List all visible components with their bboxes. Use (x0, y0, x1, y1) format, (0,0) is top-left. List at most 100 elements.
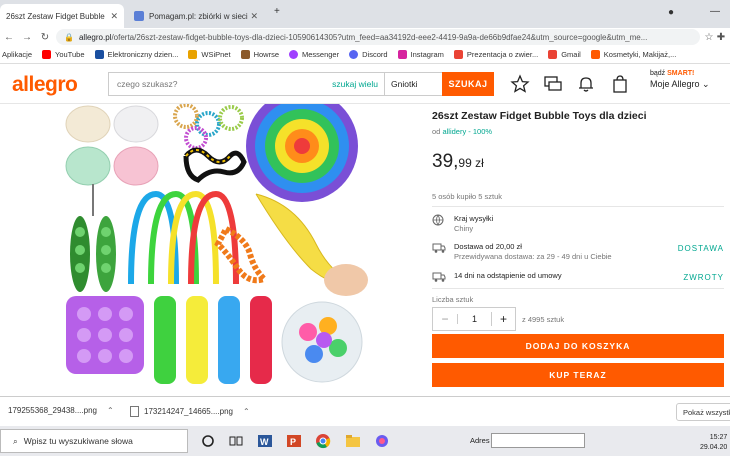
powerpoint-icon[interactable]: P (286, 433, 302, 449)
file-explorer-icon[interactable] (345, 433, 361, 449)
bookmark-item[interactable]: Prezentacja o zwier... (453, 50, 539, 59)
sold-count: 5 osób kupiło 5 sztuk (432, 192, 503, 201)
bookmark-item[interactable]: Instagram (397, 50, 444, 59)
quantity-available: z 4995 sztuk (522, 315, 565, 324)
tab-close-icon[interactable]: ✕ (250, 11, 258, 22)
download-filename: 179255368_29438....png (8, 406, 97, 415)
bell-icon[interactable] (576, 74, 596, 94)
returns-label: 14 dni na odstąpienie od umowy (454, 271, 562, 280)
buy-now-button[interactable]: KUP TERAZ (432, 363, 724, 387)
quantity-input[interactable]: 1 (457, 314, 491, 324)
chat-icon[interactable] (543, 74, 563, 94)
product-title: 26szt Zestaw Fidget Bubble Toys dla dzie… (432, 110, 647, 122)
divider (432, 206, 724, 207)
search-input[interactable]: czego szukasz? (109, 79, 332, 89)
delivery-label: Dostawa od 20,00 zł (454, 242, 522, 251)
browser-toolbar: ← → ↻ 🔒 allegro.pl /oferta/26szt-zestaw-… (0, 28, 730, 46)
increase-button[interactable]: + (491, 312, 515, 326)
globe-icon (432, 214, 444, 226)
lock-icon: 🔒 (64, 32, 74, 42)
address-bar[interactable]: 🔒 allegro.pl /oferta/26szt-zestaw-fidget… (56, 29, 700, 45)
ship-from-value: Chiny (454, 224, 474, 233)
quantity-stepper: − 1 + (432, 307, 516, 331)
allegro-icon (590, 50, 600, 59)
account-prefix: bądź (650, 70, 666, 77)
bookmark-item[interactable]: Kosmetyki, Makijaż,... (590, 50, 676, 59)
tab-pomagam[interactable]: Pomagam.pl: zbiórki w sieci - cro ✕ (128, 4, 264, 28)
bookmark-label: Elektroniczny dzien... (107, 50, 179, 59)
divider (432, 288, 724, 289)
show-all-downloads-button[interactable]: Pokaż wszystkie (676, 403, 730, 421)
bookmark-label: Prezentacja o zwier... (466, 50, 539, 59)
product-image[interactable] (56, 104, 376, 396)
word-icon[interactable]: W (257, 433, 273, 449)
tab-close-icon[interactable]: ✕ (110, 11, 118, 22)
bookmark-label: Howrse (253, 50, 279, 59)
system-clock[interactable]: 15:27 29.04.20 (700, 433, 727, 453)
ediary-icon (94, 50, 104, 59)
chrome-icon[interactable] (315, 433, 331, 449)
gmail-icon (453, 50, 463, 59)
bookmark-label: YouTube (55, 50, 85, 59)
bookmark-item[interactable]: Aplikacje (2, 50, 32, 59)
reload-icon[interactable]: ↻ (36, 32, 54, 43)
chevron-up-icon[interactable]: ⌃ (243, 407, 250, 416)
star-icon[interactable] (510, 74, 530, 94)
new-tab-icon[interactable]: + (274, 6, 280, 17)
bookmark-label: WSiPnet (201, 50, 231, 59)
forward-icon[interactable]: → (18, 32, 36, 43)
downloads-bar: 179255368_29438....png ⌃ 173214247_14665… (0, 396, 730, 426)
taskbar-search-input[interactable]: ⌕ Wpisz tu wyszukiwane słowa (0, 429, 188, 453)
instagram-icon (397, 50, 407, 59)
bookmark-label: Discord (362, 50, 388, 59)
taskbar: ⌕ Wpisz tu wyszukiwane słowa W P Adres 1… (0, 426, 730, 456)
minimize-icon[interactable]: — (710, 6, 720, 17)
allegro-logo[interactable]: allegro (12, 73, 78, 97)
browser-tab-strip: 26szt Zestaw Fidget Bubble Toys ✕ Pomaga… (0, 0, 730, 28)
tab-allegro[interactable]: 26szt Zestaw Fidget Bubble Toys ✕ (0, 4, 124, 28)
price-decimal: 99 zł (458, 156, 484, 170)
back-icon[interactable]: ← (0, 32, 18, 43)
bookmark-item[interactable]: Gmail (548, 50, 581, 59)
smart-badge: SMART! (667, 70, 695, 77)
bookmark-label: Instagram (410, 50, 444, 59)
taskbar-search-text: Wpisz tu wyszukiwane słowa (23, 436, 133, 446)
delivery-link[interactable]: DOSTAWA (678, 244, 724, 253)
task-view-icon[interactable] (228, 433, 244, 449)
pomagam-favicon-icon (134, 11, 144, 21)
app-icon[interactable] (374, 433, 390, 449)
download-item[interactable]: 173214247_14665....png ⌃ (130, 406, 250, 417)
download-item[interactable]: 179255368_29438....png ⌃ (8, 406, 114, 415)
svg-text:W: W (260, 437, 269, 447)
bookmark-item[interactable]: Discord (349, 50, 388, 59)
account-menu[interactable]: bądź SMART! Moje Allegro ⌄ (650, 70, 710, 90)
howrse-icon (240, 50, 250, 59)
truck-icon (432, 243, 446, 253)
bookmark-item[interactable]: Messenger (289, 50, 339, 59)
add-to-cart-button[interactable]: DODAJ DO KOSZYKA (432, 334, 724, 358)
site-header: allegro czego szukasz? szukaj wielu Gnio… (0, 64, 730, 104)
search-button[interactable]: SZUKAJ (442, 72, 494, 96)
profile-icon[interactable]: ● (668, 7, 674, 18)
decrease-button[interactable]: − (433, 312, 457, 326)
return-truck-icon (432, 272, 446, 282)
search-where-link[interactable]: szukaj wielu (332, 73, 385, 95)
wsip-icon (188, 50, 198, 59)
bookmark-item[interactable]: YouTube (42, 50, 85, 59)
returns-link[interactable]: ZWROTY (683, 273, 724, 282)
seller-info: od allidery - 100% (432, 127, 492, 136)
bookmark-item[interactable]: Howrse (240, 50, 279, 59)
bookmark-label: Gmail (561, 50, 581, 59)
bookmark-item[interactable]: Elektroniczny dzien... (94, 50, 179, 59)
address-toolbar-input[interactable] (491, 433, 585, 448)
quantity-label: Liczba sztuk (432, 295, 474, 304)
tab-title: Pomagam.pl: zbiórki w sieci - cro (149, 11, 250, 21)
url-path: /oferta/26szt-zestaw-fidget-bubble-toys-… (111, 32, 648, 42)
chevron-up-icon[interactable]: ⌃ (107, 406, 114, 415)
seller-link[interactable]: allidery - 100% (442, 127, 492, 136)
cart-icon[interactable] (610, 74, 630, 94)
tab-title: 26szt Zestaw Fidget Bubble Toys (6, 11, 106, 21)
bookmark-item[interactable]: WSiPnet (188, 50, 231, 59)
extensions-icon[interactable]: ✚ (712, 32, 730, 43)
cortana-icon[interactable] (200, 433, 216, 449)
